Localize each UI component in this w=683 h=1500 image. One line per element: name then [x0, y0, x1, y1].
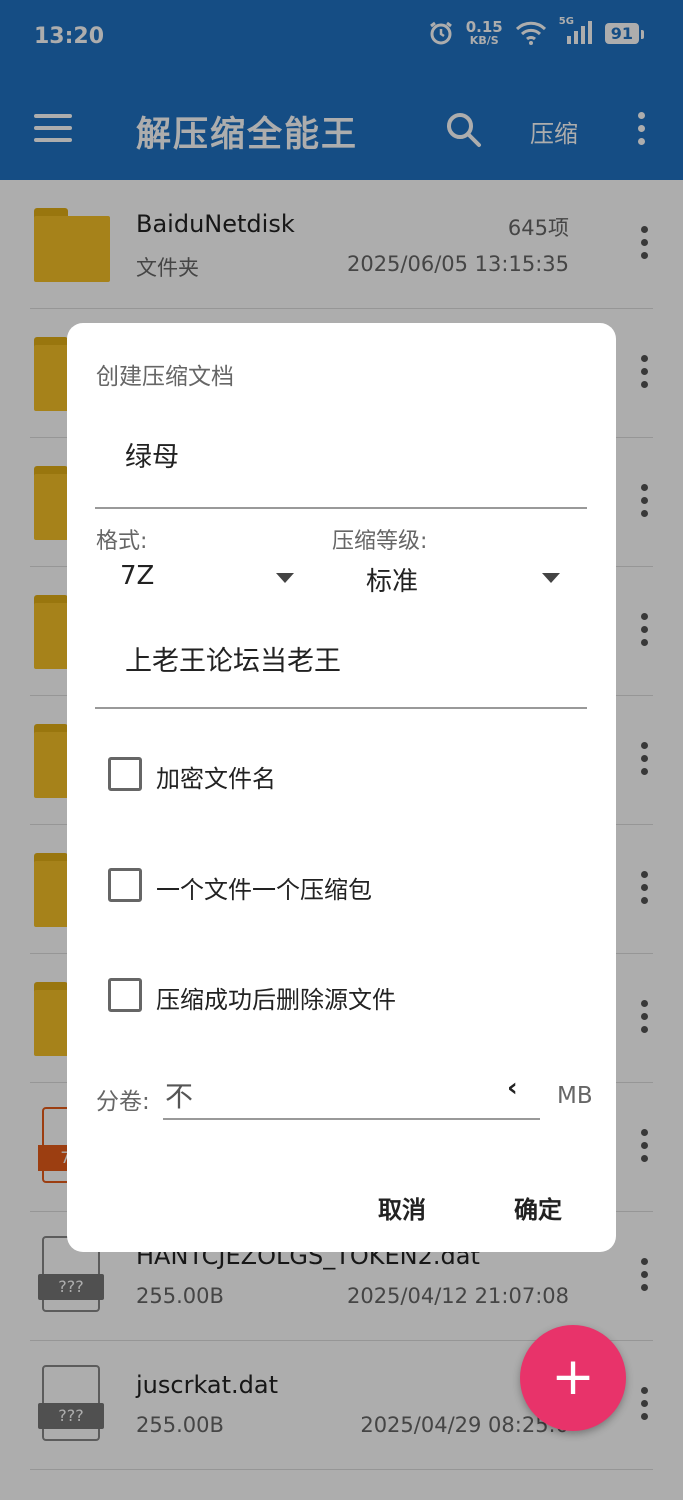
level-label: 压缩等级:	[332, 529, 428, 554]
password-field[interactable]: 上老王论坛当老王	[95, 639, 587, 709]
create-archive-dialog: 创建压缩文档 绿母 格式: 压缩等级: 7Z 标准 上老王论坛当老王 加密文件名…	[67, 323, 616, 1252]
password-value: 上老王论坛当老王	[125, 646, 341, 677]
archive-name-value: 绿母	[125, 442, 179, 473]
volume-label: 分卷:	[96, 1089, 150, 1115]
volume-underline	[163, 1118, 540, 1120]
encrypt-filenames-checkbox[interactable]	[108, 757, 142, 791]
volume-value: 不	[165, 1080, 194, 1113]
archive-name-field[interactable]: 绿母	[95, 435, 587, 509]
one-archive-per-file-checkbox[interactable]	[108, 868, 142, 902]
chevron-down-icon	[542, 573, 560, 583]
encrypt-filenames-label: 加密文件名	[156, 765, 276, 793]
level-select[interactable]: 标准	[332, 555, 572, 599]
ok-button[interactable]: 确定	[514, 1190, 562, 1225]
dialog-title: 创建压缩文档	[96, 364, 234, 390]
delete-source-checkbox[interactable]	[108, 978, 142, 1012]
cancel-button[interactable]: 取消	[378, 1190, 426, 1225]
format-select[interactable]: 7Z	[96, 555, 306, 599]
format-value: 7Z	[120, 561, 155, 591]
volume-unit: MB	[557, 1083, 593, 1109]
chevron-down-icon	[276, 573, 294, 583]
chevron-left-icon[interactable]: ‹	[507, 1073, 518, 1103]
format-label: 格式:	[96, 529, 148, 554]
level-value: 标准	[366, 567, 419, 597]
one-archive-per-file-label: 一个文件一个压缩包	[156, 876, 372, 904]
volume-input[interactable]: 不 ‹	[163, 1071, 540, 1119]
delete-source-label: 压缩成功后删除源文件	[156, 986, 396, 1014]
add-fab-button[interactable]: +	[520, 1325, 626, 1431]
